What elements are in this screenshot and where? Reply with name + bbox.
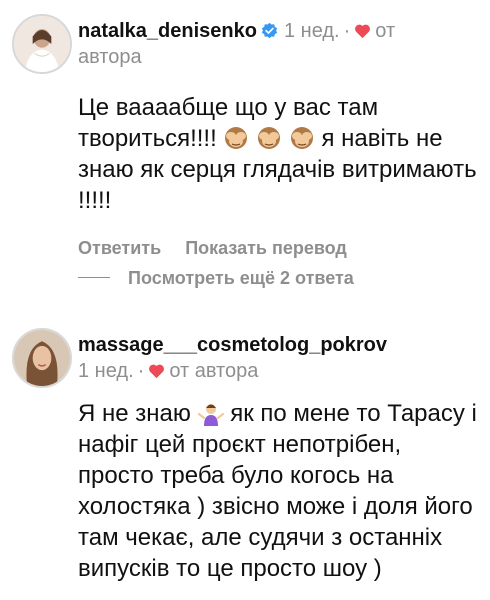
view-more-replies-button[interactable]: Посмотреть ещё 2 ответа (78, 266, 354, 290)
liked-by-author-label: от автора (169, 360, 259, 382)
replies-divider-line (78, 277, 110, 278)
avatar[interactable] (12, 14, 72, 74)
comment-text: Я не знаю як по мене то Тарасу і нафіг ц… (78, 398, 480, 584)
username[interactable]: massage___cosmetolog_pokrov (78, 334, 387, 356)
reply-button[interactable]: Ответить (78, 238, 161, 258)
avatar[interactable] (12, 328, 72, 388)
verified-badge-icon (261, 20, 278, 39)
avatar-photo-icon (14, 330, 70, 386)
avatar-photo-icon (14, 16, 70, 72)
comment-meta-line2: 1 нед. · от автора (72, 358, 480, 384)
view-more-replies-label: Посмотреть ещё 2 ответа (128, 268, 354, 288)
comment-text-part: як по мене то Тарасу і нафіг цей проєкт … (78, 400, 477, 582)
comment-text-part: Я не знаю (78, 400, 191, 427)
comment-actions: Ответить Показать перевод (78, 236, 480, 260)
comment-meta: massage___cosmetolog_pokrov (78, 332, 480, 358)
separator-dot: · (343, 20, 351, 42)
see-no-evil-monkey-icon (223, 125, 249, 151)
comment-time: 1 нед. (78, 360, 134, 382)
heart-icon (148, 360, 165, 379)
username[interactable]: natalka_denisenko (78, 20, 257, 42)
see-no-evil-monkey-icon (256, 125, 282, 151)
comment-time: 1 нед. (283, 20, 340, 42)
see-no-evil-monkey-icon (289, 125, 315, 151)
separator-dot: · (137, 360, 145, 382)
woman-shrugging-icon (197, 400, 224, 426)
liked-by-author-label-line2: автора (78, 46, 142, 68)
show-translation-button[interactable]: Показать перевод (185, 238, 347, 258)
liked-by-author-label: от (375, 20, 396, 42)
comment-text: Це ваааабще що у вас там творитьсяǃǃǃǃ я… (78, 92, 480, 216)
comment-meta: natalka_denisenko 1 нед. · от (78, 18, 480, 44)
heart-icon (354, 20, 371, 39)
